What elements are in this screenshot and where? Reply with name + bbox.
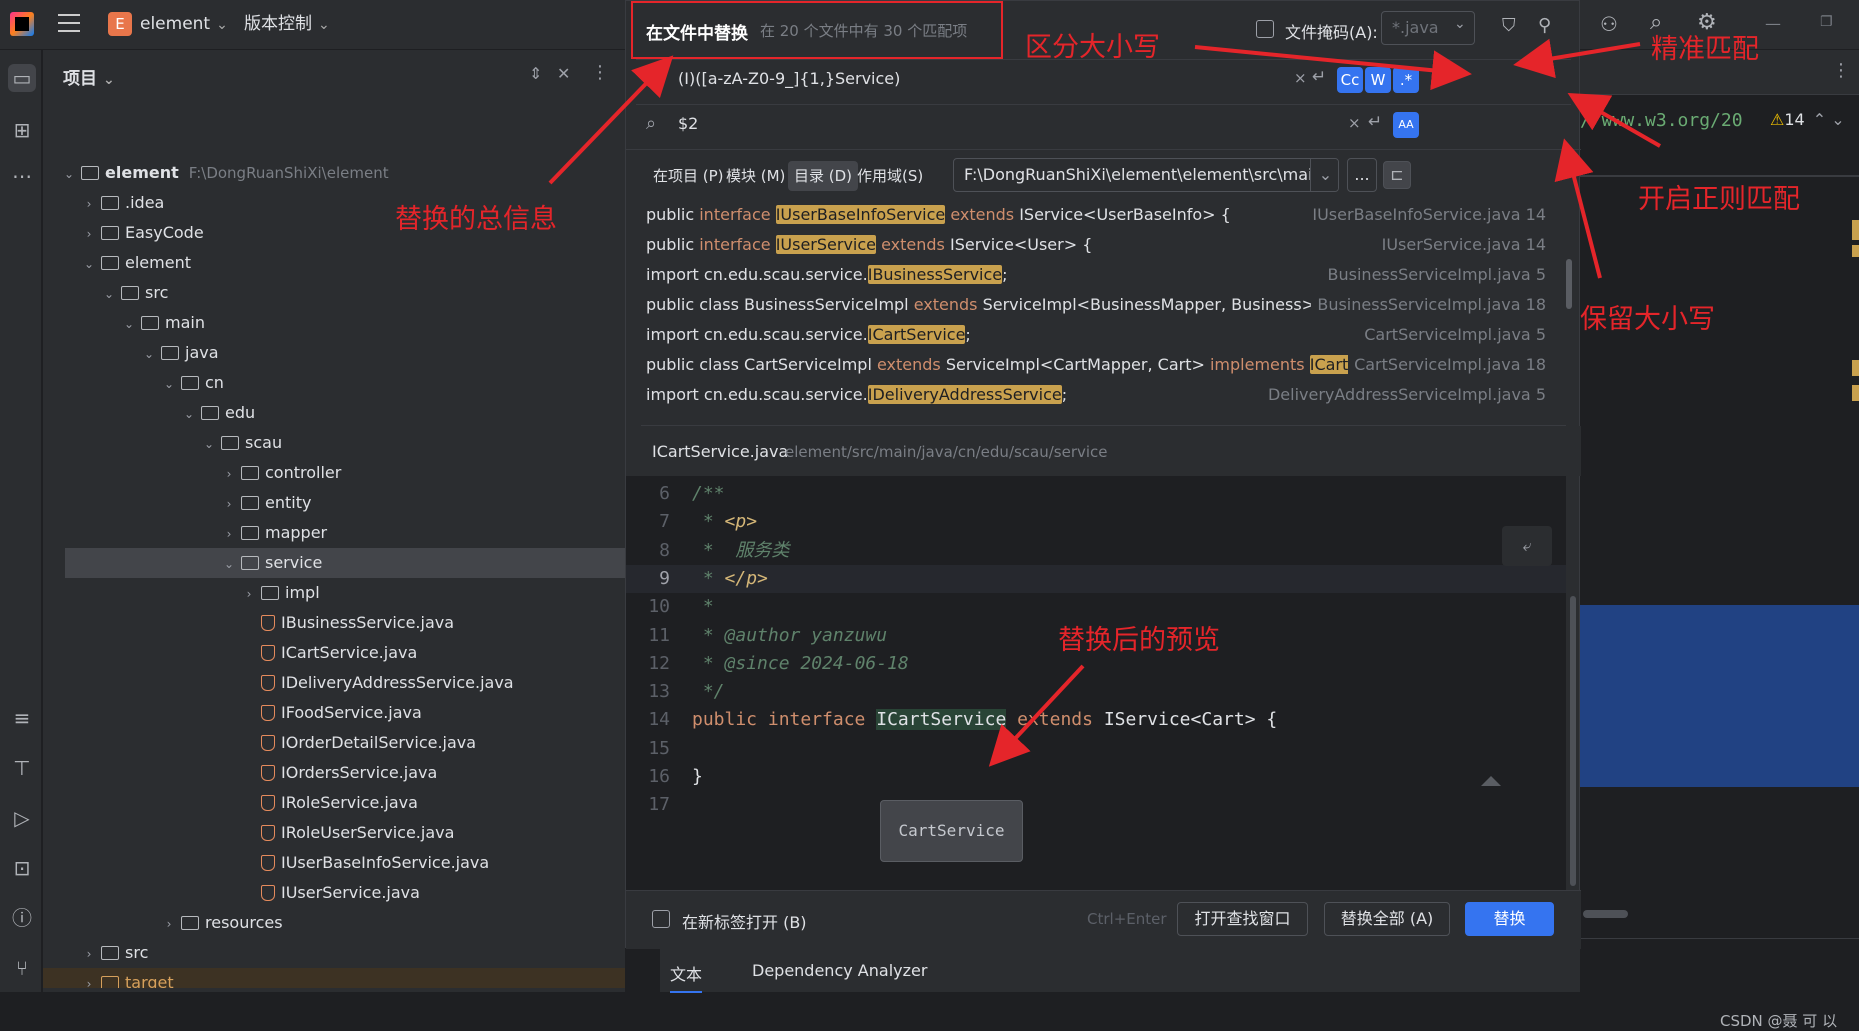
arrow-case <box>1194 45 1472 91</box>
annotation-regex: 开启正则匹配 <box>1638 184 1800 215</box>
arrow-preview <box>988 664 1085 767</box>
arrow-regex <box>1567 93 1661 148</box>
arrow-exact <box>1513 38 1641 79</box>
arrow-preserve <box>1554 138 1602 279</box>
arrow-summary <box>548 55 674 185</box>
annotation-preview: 替换后的预览 <box>1058 625 1220 656</box>
annotation-preserve: 保留大小写 <box>1580 304 1715 335</box>
annotation-exact: 精准匹配 <box>1651 34 1759 65</box>
annotation-arrows <box>548 38 1661 767</box>
annotation-case: 区分大小写 <box>1025 32 1160 63</box>
watermark: CSDN @聂 可 以 <box>1720 1012 1838 1030</box>
annotation-summary: 替换的总信息 <box>395 204 557 235</box>
